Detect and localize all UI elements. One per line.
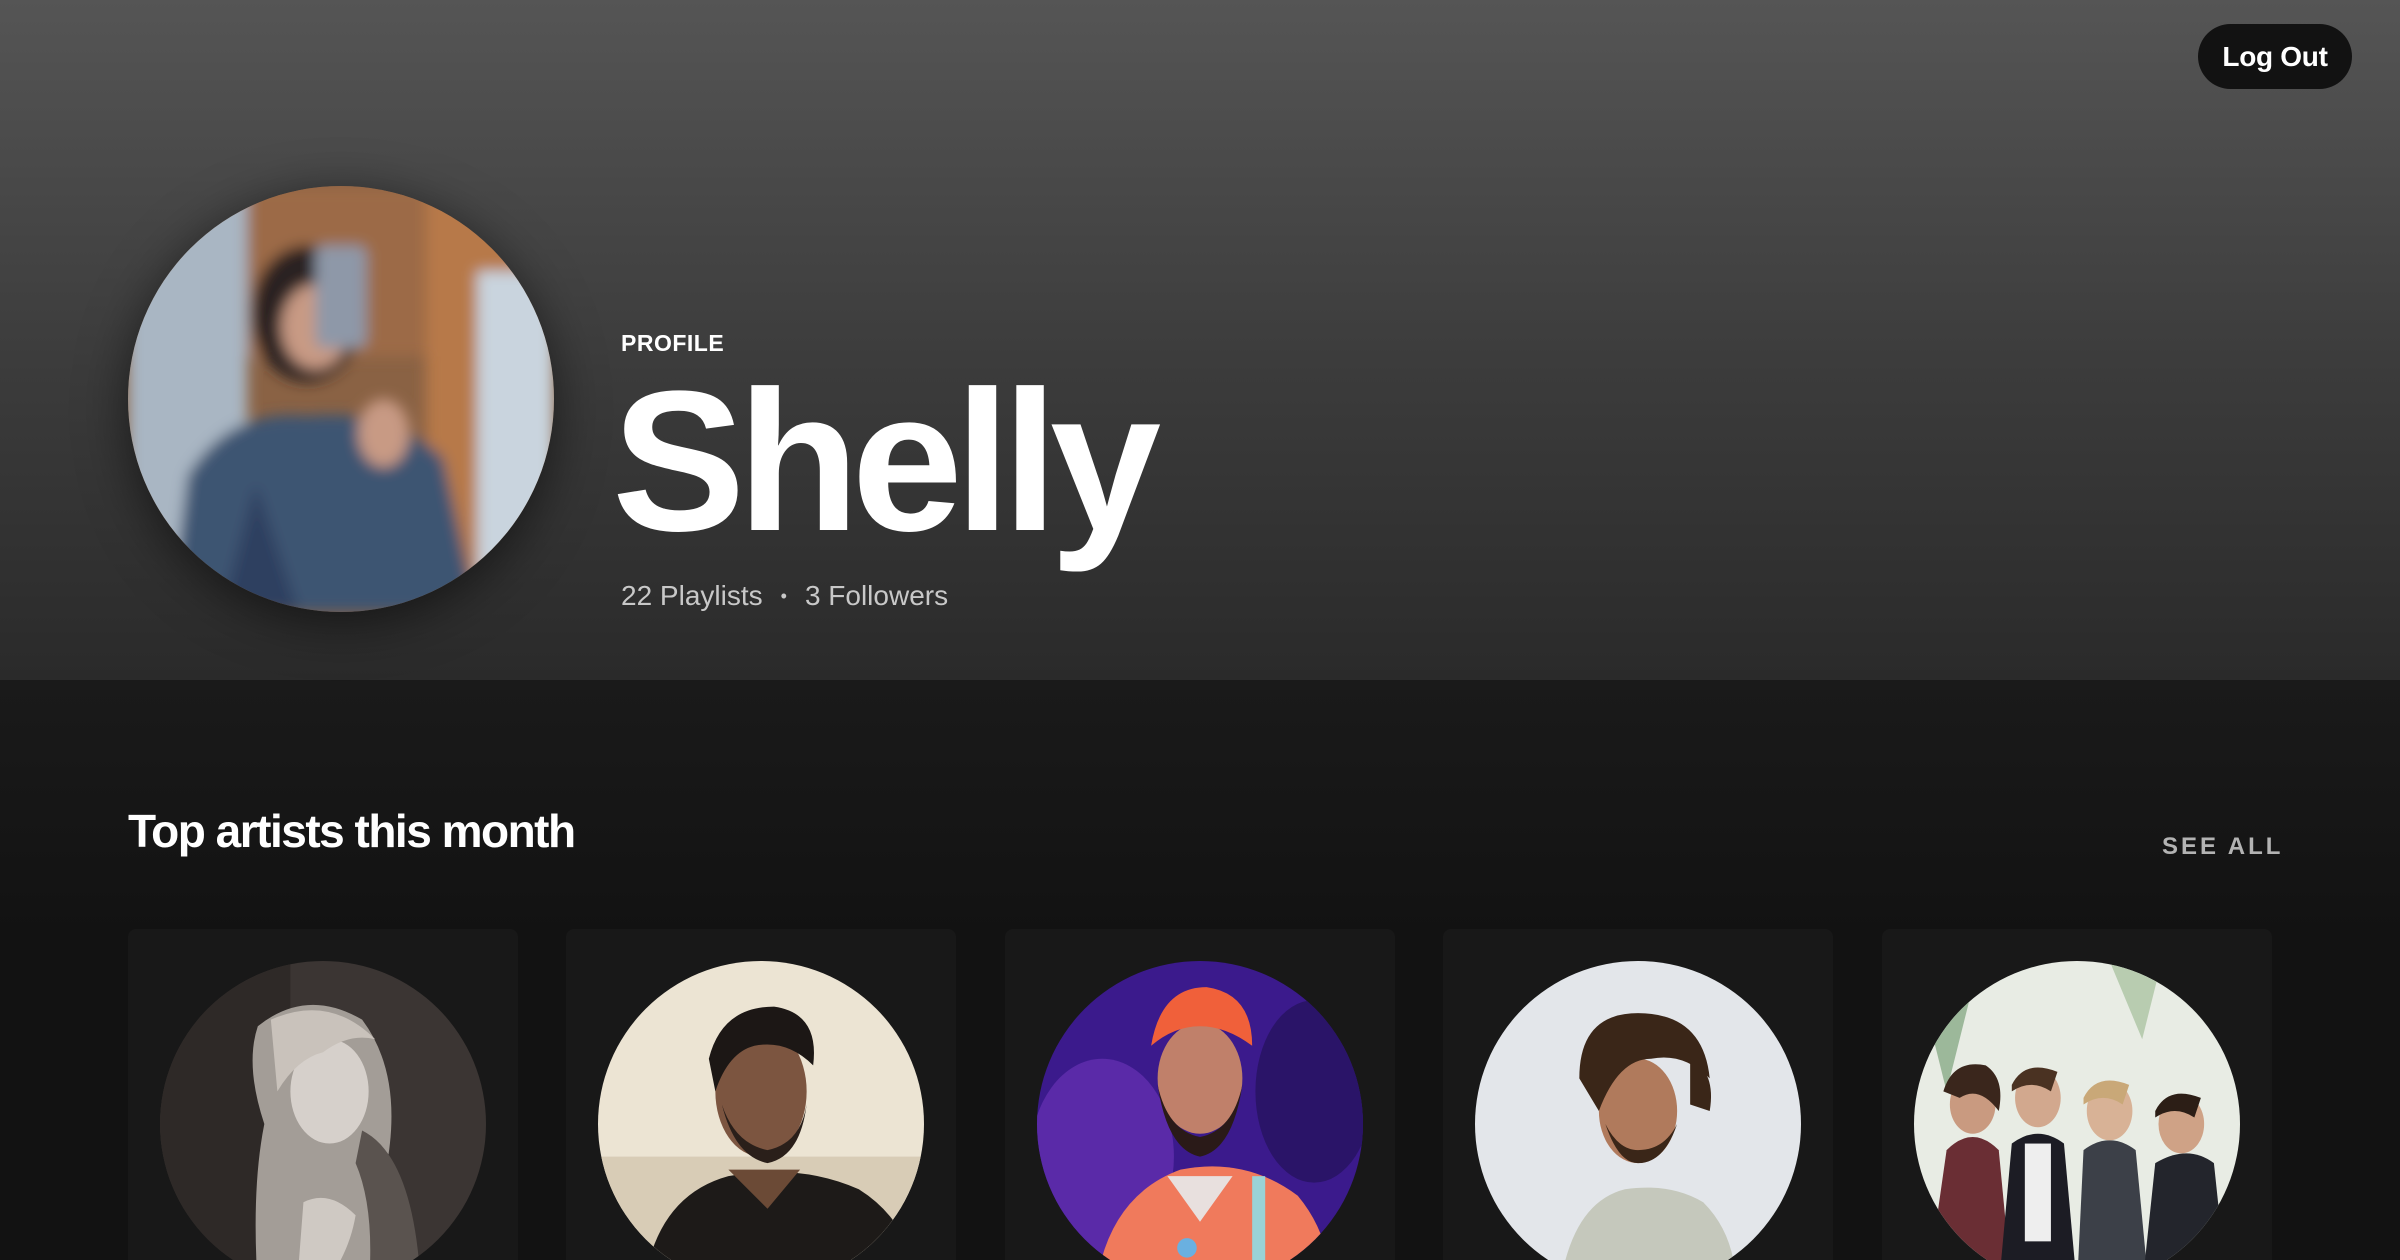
logout-button[interactable]: Log Out (2198, 24, 2352, 89)
artist-card[interactable] (1882, 929, 2272, 1260)
artist-card[interactable] (128, 929, 518, 1260)
profile-avatar[interactable] (128, 186, 554, 612)
profile-stats: 22 Playlists • 3 Followers (621, 580, 948, 612)
artist-card[interactable] (1005, 929, 1395, 1260)
see-all-link[interactable]: SEE ALL (2162, 833, 2283, 861)
artist-3-photo (1037, 961, 1363, 1260)
artist-2-photo (598, 961, 924, 1260)
artist-image (1475, 961, 1801, 1260)
artist-card[interactable] (566, 929, 956, 1260)
playlists-count[interactable]: 22 Playlists (621, 580, 763, 612)
artist-4-photo (1475, 961, 1801, 1260)
artist-image (160, 961, 486, 1260)
artist-card[interactable] (1443, 929, 1833, 1260)
profile-photo (128, 186, 554, 612)
followers-count[interactable]: 3 Followers (805, 580, 948, 612)
artist-image (598, 961, 924, 1260)
profile-name: Shelly (612, 350, 1161, 573)
artist-image (1037, 961, 1363, 1260)
stats-separator: • (780, 585, 787, 606)
artist-1-photo (160, 961, 486, 1260)
artist-5-photo (1914, 961, 2240, 1260)
profile-page: Log Out PROFILE Shelly 22 Playlists • 3 … (0, 0, 2400, 1260)
artist-image (1914, 961, 2240, 1260)
top-artists-title[interactable]: Top artists this month (128, 804, 576, 858)
